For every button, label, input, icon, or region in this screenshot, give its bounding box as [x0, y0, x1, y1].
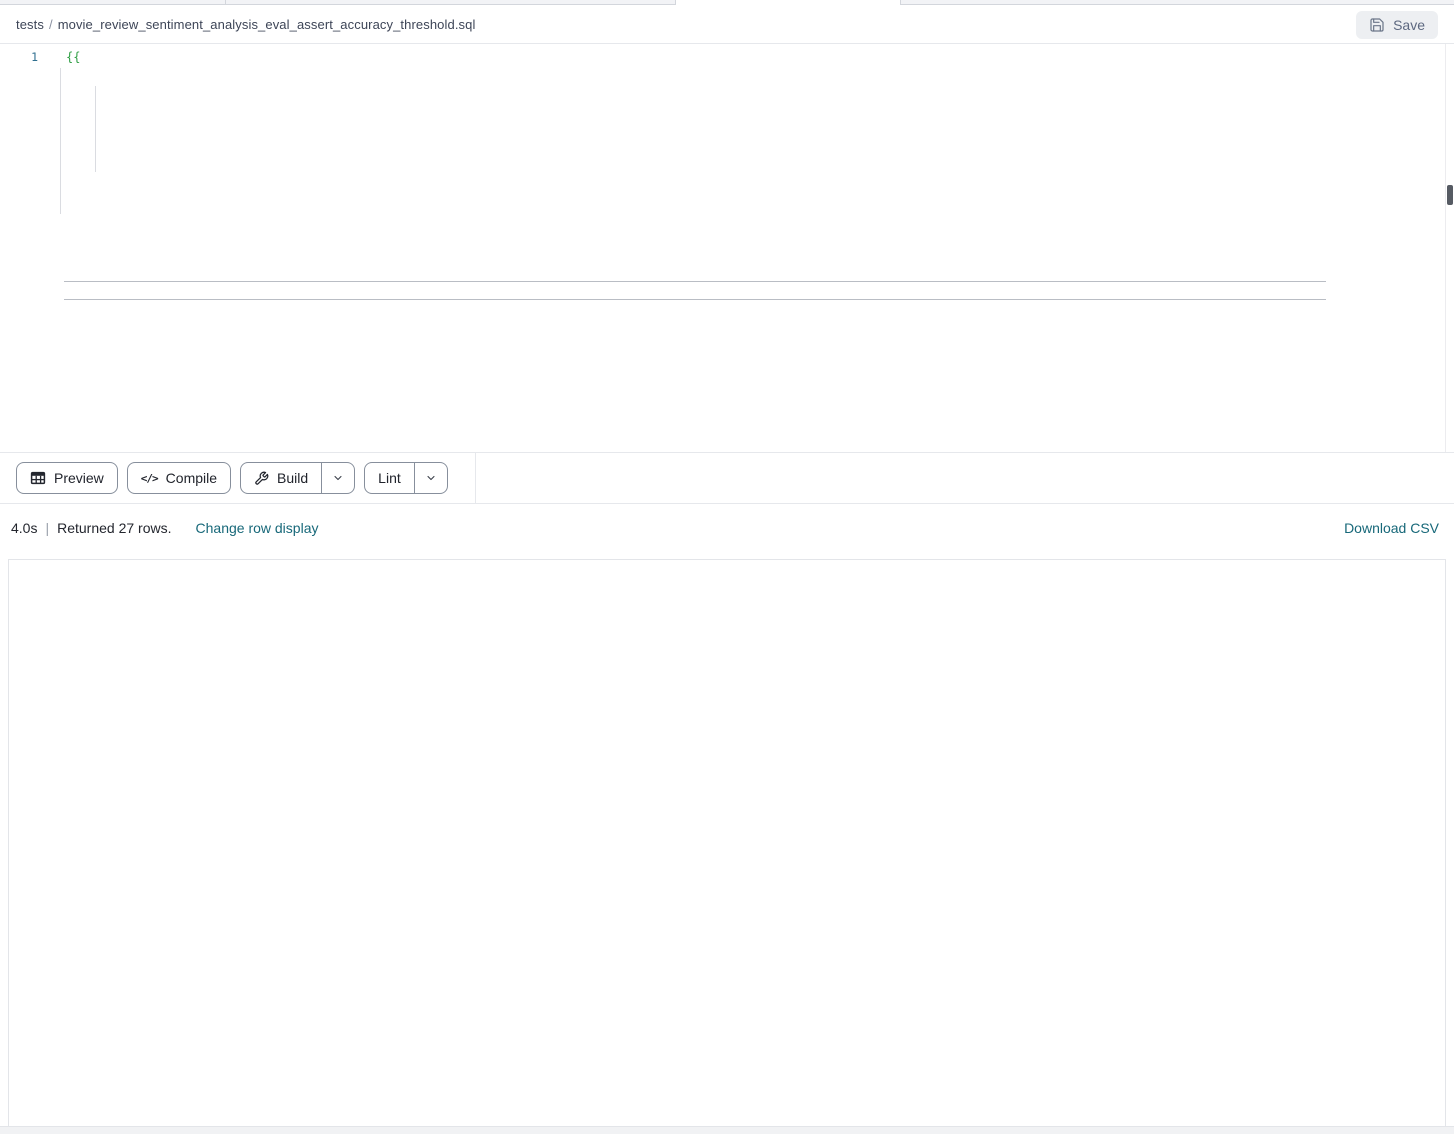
file-tab-partial[interactable]	[225, 0, 676, 5]
code-editor[interactable]: 1{{	[0, 44, 1454, 452]
file-tab-strip	[0, 0, 1454, 6]
build-dropdown-toggle[interactable]	[321, 463, 354, 493]
editor-scrollbar-thumb[interactable]	[1447, 185, 1453, 205]
download-csv-link[interactable]: Download CSV	[1344, 520, 1443, 536]
build-split-button: Build	[240, 462, 355, 494]
table-grid-icon	[30, 470, 46, 486]
code-icon: </>	[141, 472, 158, 485]
results-table-container	[8, 559, 1446, 1126]
table-bottom-scroll-area[interactable]	[0, 1126, 1454, 1134]
line-number: 1	[0, 48, 64, 66]
editor-header: tests / movie_review_sentiment_analysis_ev…	[0, 6, 1454, 44]
action-toolbar: Preview </> Compile Build Lint	[0, 452, 1454, 504]
lint-dropdown-toggle[interactable]	[414, 463, 447, 493]
change-row-display-link[interactable]: Change row display	[196, 520, 319, 536]
query-status-bar: 4.0s | Returned 27 rows. Change row disp…	[0, 504, 1454, 551]
chevron-down-icon	[425, 472, 437, 484]
build-button-label: Build	[277, 470, 308, 486]
save-icon	[1369, 17, 1385, 33]
file-tab-partial[interactable]	[0, 0, 226, 5]
chevron-down-icon	[332, 472, 344, 484]
indent-guide	[95, 86, 96, 172]
save-button-label: Save	[1393, 17, 1425, 33]
query-duration: 4.0s	[11, 520, 37, 536]
preview-button-label: Preview	[54, 470, 104, 486]
indent-guide	[60, 68, 61, 214]
save-button[interactable]: Save	[1356, 11, 1438, 39]
compile-button-label: Compile	[166, 470, 217, 486]
editor-scrollbar-track	[1445, 44, 1446, 452]
code-lines: 1{{	[0, 44, 1454, 66]
active-line-highlight	[64, 281, 1326, 300]
status-divider: |	[45, 520, 49, 536]
compile-button[interactable]: </> Compile	[127, 462, 231, 494]
file-tab-partial[interactable]	[900, 0, 1454, 5]
breadcrumb-root[interactable]: tests	[16, 17, 44, 32]
breadcrumb-separator: /	[49, 17, 53, 32]
lint-button[interactable]: Lint	[365, 463, 414, 493]
preview-button[interactable]: Preview	[16, 462, 118, 494]
breadcrumb-file-name: movie_review_sentiment_analysis_eval_ass…	[58, 17, 476, 32]
lint-button-label: Lint	[378, 470, 401, 486]
lint-split-button: Lint	[364, 462, 448, 494]
build-button[interactable]: Build	[241, 463, 321, 493]
ide-window: tests / movie_review_sentiment_analysis_ev…	[0, 0, 1454, 1134]
toolbar-divider	[475, 453, 476, 503]
code-text: {{	[64, 48, 80, 66]
code-line[interactable]: 1{{	[0, 48, 1454, 66]
wrench-icon	[254, 471, 269, 486]
breadcrumb: tests / movie_review_sentiment_analysis_ev…	[16, 17, 475, 32]
rows-returned-text: Returned 27 rows.	[57, 520, 171, 536]
